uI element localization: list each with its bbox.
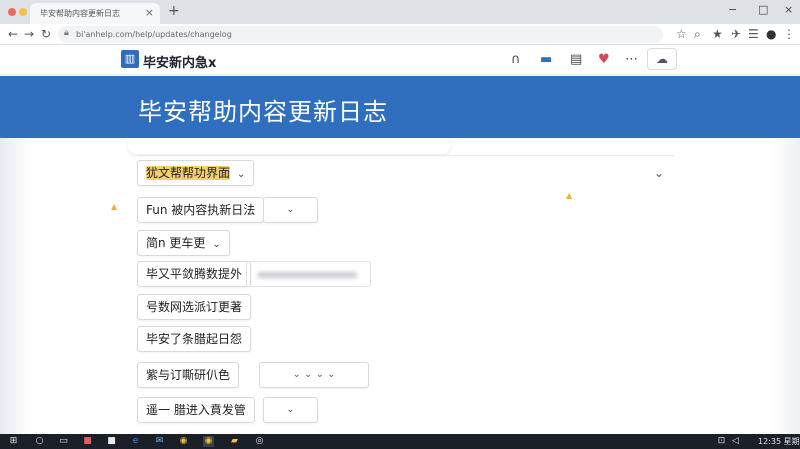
lock-icon: 🔒︎ bbox=[64, 28, 69, 38]
address-text: bi'anhelp.com/help/updates/changelog bbox=[76, 30, 232, 39]
row-2-select[interactable]: ⌄ bbox=[263, 197, 318, 223]
row-3-dropdown[interactable]: 简n 更车更 ⌄ bbox=[137, 230, 230, 256]
search-icon[interactable]: ⌕ bbox=[694, 27, 701, 42]
banner-tab-shape bbox=[128, 138, 450, 154]
pin-icon[interactable]: ✈ bbox=[731, 27, 741, 41]
site-logo-icon[interactable]: ▥ bbox=[121, 50, 139, 68]
row-4-label: 毕又平敛腾数提外 bbox=[146, 267, 243, 281]
chrome-active-icon[interactable]: ◉ bbox=[203, 436, 214, 447]
sparkle-icon: ▲ bbox=[111, 202, 118, 211]
browser-toolbar: ← → ↻ 🔒︎ bi'anhelp.com/help/updates/chan… bbox=[0, 24, 800, 45]
windows-start-icon[interactable]: ⊞ bbox=[8, 436, 19, 447]
menu-dots-icon[interactable]: ⋮ bbox=[783, 27, 795, 41]
favorite-star-icon[interactable]: ★ bbox=[712, 27, 723, 41]
row-5-item[interactable]: 号数网选派订更著 bbox=[137, 294, 252, 320]
inbox-icon[interactable]: ▬ bbox=[540, 52, 552, 67]
reload-icon[interactable]: ↻ bbox=[41, 27, 51, 41]
row-8-label: 遥一 腊进入賁发管 bbox=[146, 403, 246, 417]
search-icon[interactable]: ○ bbox=[34, 436, 45, 447]
site-header: ▥ 毕安新内急x ∩ ▬ ▤ ♥ ⋯ ☁ bbox=[0, 45, 800, 75]
row-2-item[interactable]: Fun 被内容执新日法 bbox=[137, 197, 265, 223]
new-tab-button[interactable]: + bbox=[168, 3, 180, 19]
more-dots-icon[interactable]: ⋯ bbox=[625, 52, 638, 67]
mail-icon[interactable]: ✉ bbox=[154, 436, 165, 447]
address-bar[interactable]: 🔒︎ bi'anhelp.com/help/updates/changelog bbox=[58, 26, 663, 43]
volume-icon[interactable]: ◁ bbox=[730, 436, 741, 447]
row-4-item[interactable]: 毕又平敛腾数提外 bbox=[137, 261, 252, 287]
content-divider bbox=[138, 155, 674, 156]
row-1-dropdown[interactable]: 犹文帮帮功界面 ⌄ bbox=[137, 160, 255, 186]
row-2-label: Fun 被内容执新日法 bbox=[146, 203, 256, 217]
taskbar-clock[interactable]: 12:35 星期 bbox=[758, 436, 800, 447]
close-button[interactable]: × bbox=[784, 3, 793, 16]
edge-icon[interactable]: e bbox=[130, 436, 141, 447]
extensions-icon[interactable]: ☰ bbox=[748, 27, 759, 41]
back-icon[interactable]: ← bbox=[8, 27, 18, 41]
browser-tab-strip: 毕安帮助内容更新日志 × + − □ × bbox=[0, 0, 800, 24]
cloud-sync-icon[interactable]: ☁ bbox=[647, 48, 677, 70]
page-banner: 毕安帮助内容更新日志 bbox=[0, 76, 800, 138]
document-icon[interactable]: ▤ bbox=[570, 52, 582, 67]
heart-icon[interactable]: ♥ bbox=[598, 52, 610, 67]
row-5-label: 号数网选派订更著 bbox=[146, 300, 243, 314]
app-icon[interactable]: ◎ bbox=[254, 436, 265, 447]
profile-avatar-icon[interactable]: ● bbox=[766, 27, 776, 41]
tab-title: 毕安帮助内容更新日志 bbox=[40, 9, 120, 18]
chrome-icon[interactable]: ◉ bbox=[178, 436, 189, 447]
row-1-label: 犹文帮帮功界面 bbox=[146, 166, 231, 180]
chevron-down-icon: ⌄ bbox=[212, 239, 221, 250]
tab-close-icon[interactable]: × bbox=[145, 6, 154, 19]
forward-icon[interactable]: → bbox=[24, 27, 34, 41]
row-6-label: 毕安了条腊起日怨 bbox=[146, 332, 243, 346]
row-7-select-group[interactable]: ⌄ ⌄ ⌄ ⌄ bbox=[259, 362, 369, 388]
row-8-item[interactable]: 遥一 腊进入賁发管 bbox=[137, 397, 255, 423]
browser-tab[interactable]: 毕安帮助内容更新日志 × bbox=[30, 3, 160, 24]
sparkle-icon: ▲ bbox=[566, 191, 573, 200]
chevron-down-icon: ⌄ bbox=[236, 169, 246, 180]
row-3-label: 简n 更车更 bbox=[146, 236, 206, 250]
page-title: 毕安帮助内容更新日志 bbox=[138, 98, 388, 126]
maximize-button[interactable]: □ bbox=[758, 3, 768, 16]
row-7-item[interactable]: 紫与订嘶研仈色 bbox=[137, 362, 240, 388]
close-window-dot[interactable] bbox=[8, 8, 16, 16]
bookmark-star-icon[interactable]: ☆ bbox=[676, 27, 687, 41]
task-view-icon[interactable]: ▭ bbox=[58, 436, 69, 447]
right-shade bbox=[770, 138, 800, 434]
expand-chevron-icon[interactable]: ⌄ bbox=[654, 166, 664, 180]
row-6-item[interactable]: 毕安了条腊起日怨 bbox=[137, 326, 252, 352]
app-icon[interactable]: ■ bbox=[106, 436, 117, 447]
row-8-select[interactable]: ⌄ bbox=[263, 397, 318, 423]
os-taskbar: ⊞ ○ ▭ ■ ■ e ✉ ◉ ◉ ▰ ◎ ⊡ ◁ 12:35 星期 bbox=[0, 434, 800, 449]
site-title[interactable]: 毕安新内急x bbox=[143, 52, 216, 71]
app-icon[interactable]: ■ bbox=[82, 436, 93, 447]
headset-icon[interactable]: ∩ bbox=[511, 52, 521, 67]
folder-icon[interactable]: ▰ bbox=[229, 436, 240, 447]
blurred-text bbox=[257, 272, 357, 278]
left-shade bbox=[0, 138, 30, 434]
row-4-blurred-field[interactable] bbox=[246, 261, 371, 287]
row-7-label: 紫与订嘶研仈色 bbox=[146, 368, 231, 382]
minimize-button[interactable]: − bbox=[728, 3, 737, 16]
network-icon[interactable]: ⊡ bbox=[716, 436, 727, 447]
minimize-window-dot[interactable] bbox=[19, 8, 27, 16]
